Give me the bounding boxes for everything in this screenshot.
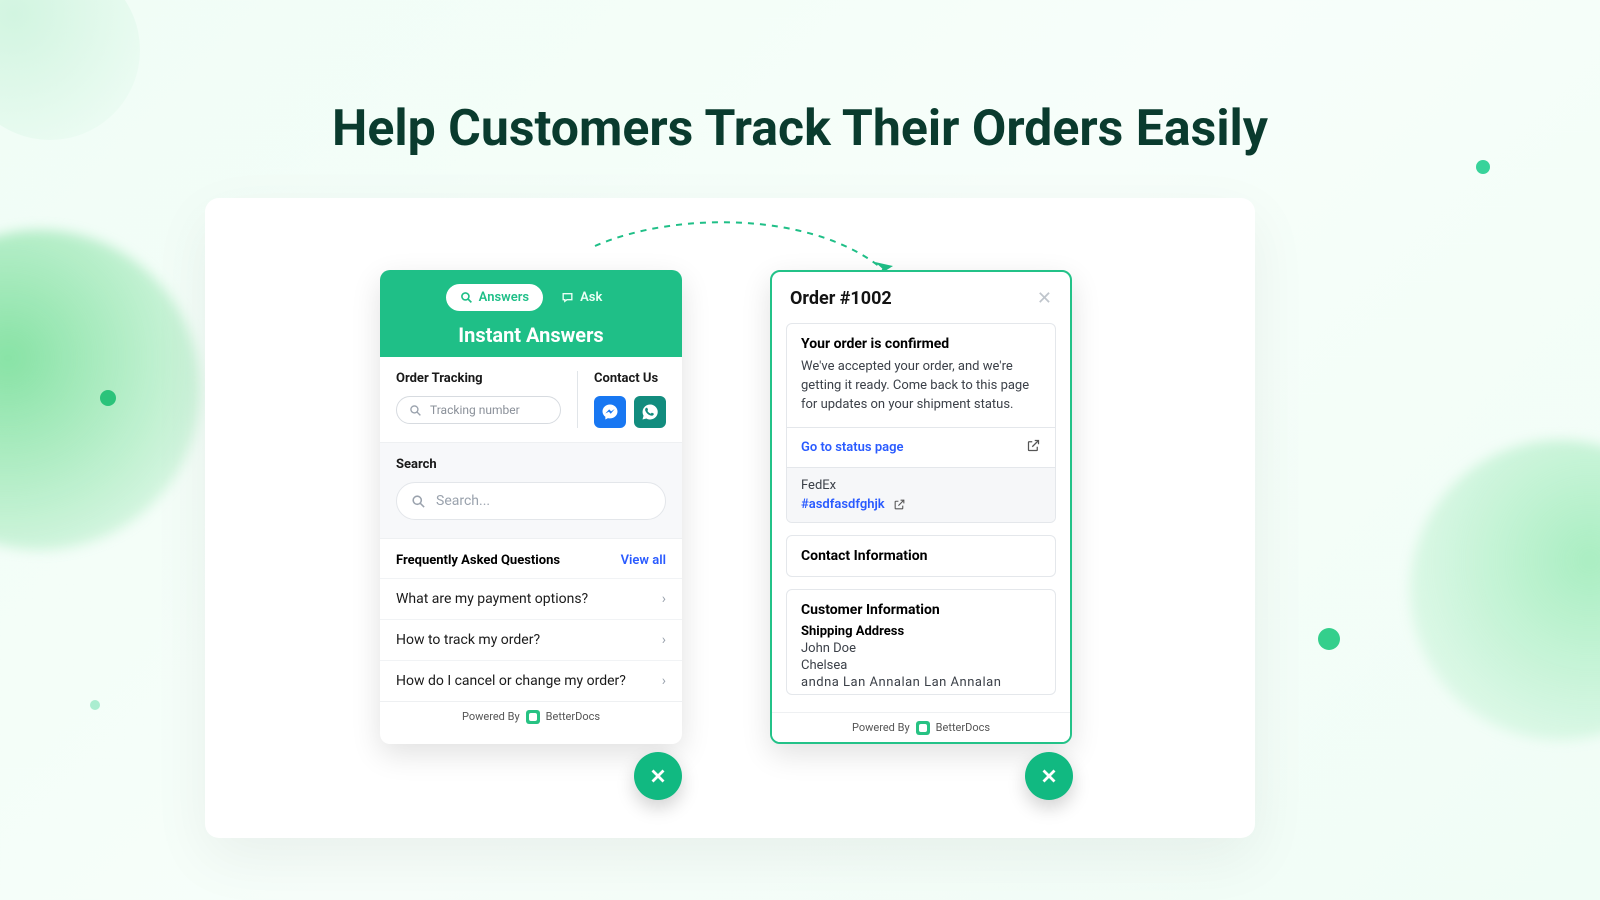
chevron-right-icon: ›	[662, 632, 666, 648]
close-icon	[647, 765, 669, 787]
tracking-contact-row: Order Tracking Tracking number Contact U…	[380, 357, 682, 442]
tracking-placeholder: Tracking number	[430, 403, 520, 417]
faq-item-text: What are my payment options?	[396, 591, 588, 607]
betterdocs-logo-icon	[526, 710, 540, 724]
tab-answers[interactable]: Answers	[446, 284, 543, 311]
order-status-panel: Order #1002 ✕ Your order is confirmed We…	[770, 270, 1072, 744]
chevron-right-icon: ›	[662, 673, 666, 689]
search-icon	[460, 291, 473, 304]
faq-item[interactable]: What are my payment options? ›	[380, 578, 682, 619]
search-input[interactable]: Search...	[396, 482, 666, 520]
faq-view-all-link[interactable]: View all	[621, 553, 666, 568]
powered-by-footer: Powered By BetterDocs	[380, 701, 682, 731]
powered-by-footer: Powered By BetterDocs	[772, 712, 1070, 742]
search-icon	[411, 494, 426, 509]
close-fab-right[interactable]	[1025, 752, 1073, 800]
powered-by-brand: BetterDocs	[546, 710, 600, 723]
order-tracking-label: Order Tracking	[396, 371, 561, 386]
carrier-name: FedEx	[801, 478, 1041, 493]
ship-line2-partial: andna Lan Annalan Lan Annalan	[801, 675, 1041, 690]
decorative-dot	[90, 700, 100, 710]
close-icon	[1038, 765, 1060, 787]
search-placeholder: Search...	[436, 493, 490, 509]
external-link-icon	[1026, 438, 1041, 457]
tracking-code-text: #asdfasdfghjk	[801, 497, 885, 512]
whatsapp-icon	[641, 403, 659, 421]
confirm-title: Your order is confirmed	[801, 336, 1041, 352]
contact-info-section: Contact Information	[786, 535, 1056, 577]
search-label: Search	[396, 457, 666, 472]
tracking-input[interactable]: Tracking number	[396, 396, 561, 424]
ship-name: John Doe	[801, 641, 1041, 656]
external-link-icon	[893, 498, 906, 511]
faq-item-text: How do I cancel or change my order?	[396, 673, 626, 689]
order-confirm-card: Your order is confirmed We've accepted y…	[786, 323, 1056, 523]
chevron-right-icon: ›	[662, 591, 666, 607]
panel-header: Answers Ask Instant Answers	[380, 270, 682, 357]
powered-by-brand: BetterDocs	[936, 721, 990, 734]
ship-line1: Chelsea	[801, 658, 1041, 673]
mode-toggle: Answers Ask	[394, 284, 668, 311]
messenger-button[interactable]	[594, 396, 626, 428]
tab-ask-label: Ask	[580, 290, 602, 305]
customer-info-title: Customer Information	[801, 602, 1041, 618]
decorative-dot	[100, 390, 116, 406]
chat-icon	[561, 291, 574, 304]
powered-by-label: Powered By	[852, 721, 910, 734]
panel-title: Instant Answers	[394, 323, 668, 347]
shipping-address-label: Shipping Address	[801, 624, 1041, 639]
close-button[interactable]: ✕	[1037, 290, 1052, 308]
tab-answers-label: Answers	[479, 290, 529, 305]
faq-item[interactable]: How to track my order? ›	[380, 619, 682, 660]
decorative-blob	[1410, 440, 1600, 740]
contact-us-label: Contact Us	[594, 371, 666, 386]
whatsapp-button[interactable]	[634, 396, 666, 428]
search-icon	[409, 404, 422, 417]
showcase-canvas: Answers Ask Instant Answers Order Tracki…	[205, 198, 1255, 838]
page-headline: Help Customers Track Their Orders Easily	[0, 100, 1600, 158]
powered-by-label: Powered By	[462, 710, 520, 723]
decorative-blob	[0, 230, 200, 550]
contact-info-title: Contact Information	[801, 548, 1041, 564]
decorative-dot	[1318, 628, 1340, 650]
faq-section: Frequently Asked Questions View all What…	[380, 538, 682, 701]
customer-info-section: Customer Information Shipping Address Jo…	[786, 589, 1056, 695]
faq-title: Frequently Asked Questions	[396, 553, 560, 568]
faq-item-text: How to track my order?	[396, 632, 540, 648]
instant-answers-panel: Answers Ask Instant Answers Order Tracki…	[380, 270, 682, 744]
faq-item[interactable]: How do I cancel or change my order? ›	[380, 660, 682, 701]
tracking-code-link[interactable]: #asdfasdfghjk	[801, 497, 1041, 512]
status-page-link[interactable]: Go to status page	[801, 440, 904, 455]
close-fab-left[interactable]	[634, 752, 682, 800]
betterdocs-logo-icon	[916, 721, 930, 735]
search-section: Search Search...	[380, 442, 682, 538]
tab-ask[interactable]: Ask	[547, 284, 616, 311]
confirm-body: We've accepted your order, and we're get…	[801, 358, 1041, 415]
close-icon: ✕	[1037, 288, 1052, 309]
decorative-dot	[1476, 160, 1490, 174]
messenger-icon	[601, 403, 619, 421]
order-title: Order #1002	[790, 288, 892, 309]
